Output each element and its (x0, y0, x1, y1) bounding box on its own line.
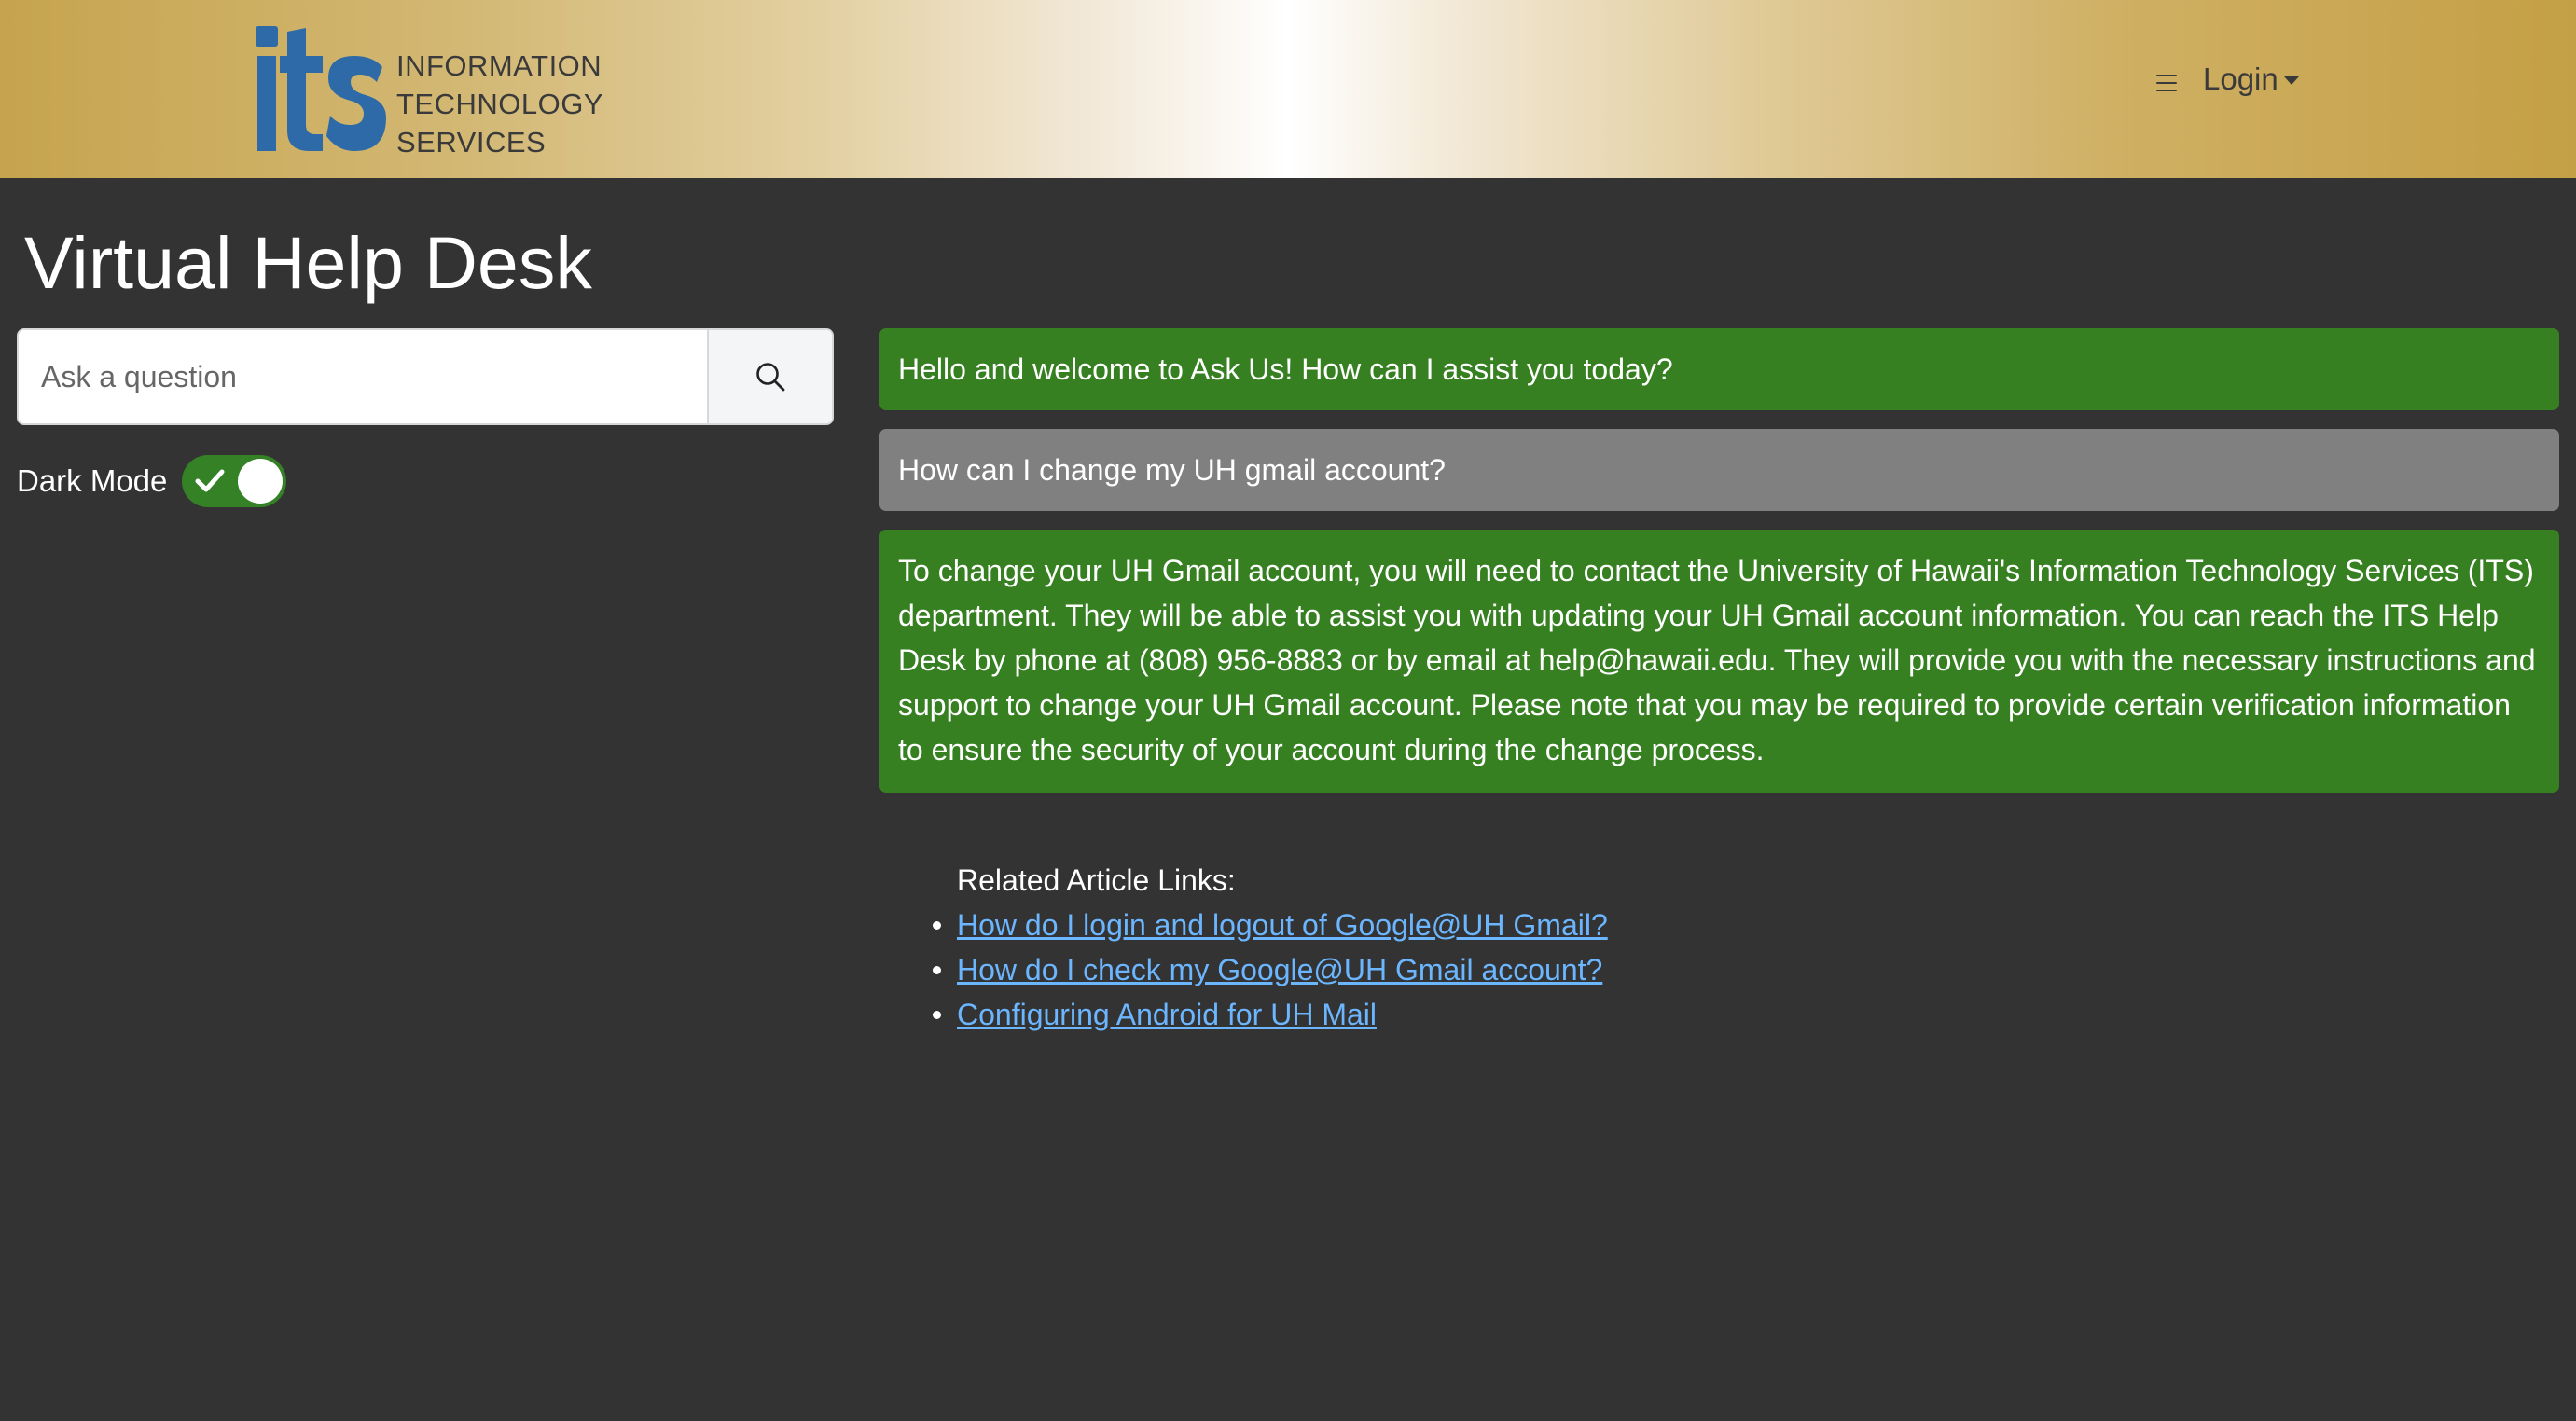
bot-message: Hello and welcome to Ask Us! How can I a… (879, 328, 2559, 410)
chat-thread: Hello and welcome to Ask Us! How can I a… (879, 328, 2559, 793)
question-input[interactable] (19, 330, 707, 423)
site-header: INFORMATION TECHNOLOGY SERVICES Login (0, 0, 2576, 178)
caret-down-icon (2283, 76, 2299, 85)
its-logo[interactable]: INFORMATION TECHNOLOGY SERVICES (254, 21, 603, 160)
header-nav: Login (2156, 62, 2299, 97)
toggle-knob (238, 459, 284, 504)
related-link-gmail-login[interactable]: How do I login and logout of Google@UH G… (957, 908, 1608, 942)
dark-mode-toggle[interactable] (182, 455, 287, 507)
logo-line-3: SERVICES (396, 126, 547, 159)
login-label: Login (2203, 62, 2278, 96)
dark-mode-label: Dark Mode (17, 463, 168, 498)
list-item: Configuring Android for UH Mail (933, 992, 1608, 1037)
question-search-group (17, 328, 834, 425)
message-text: Hello and welcome to Ask Us! How can I a… (898, 352, 1673, 386)
hamburger-menu-icon[interactable] (2156, 73, 2177, 93)
message-text: How can I change my UH gmail account? (898, 453, 1446, 487)
related-articles: Related Article Links: How do I login an… (933, 858, 1608, 1037)
logo-line-2: TECHNOLOGY (396, 88, 604, 120)
its-logo-mark (256, 26, 386, 151)
related-link-gmail-check[interactable]: How do I check my Google@UH Gmail accoun… (957, 953, 1602, 986)
checkmark-icon (195, 469, 225, 492)
login-dropdown[interactable]: Login (2203, 62, 2299, 97)
logo-line-1: INFORMATION (396, 49, 602, 82)
search-icon (756, 363, 785, 392)
list-item: How do I login and logout of Google@UH G… (933, 903, 1608, 947)
related-articles-heading: Related Article Links: (957, 863, 1236, 897)
bot-message: To change your UH Gmail account, you wil… (879, 530, 2559, 793)
search-button[interactable] (707, 330, 832, 423)
related-links-list: How do I login and logout of Google@UH G… (933, 903, 1608, 1037)
user-message: How can I change my UH gmail account? (879, 429, 2559, 511)
dark-mode-control: Dark Mode (17, 455, 287, 507)
logo-wordmark: INFORMATION TECHNOLOGY SERVICES (396, 47, 603, 161)
list-item: How do I check my Google@UH Gmail accoun… (933, 947, 1608, 992)
page-title: Virtual Help Desk (24, 221, 592, 304)
message-text: To change your UH Gmail account, you wil… (898, 554, 2536, 766)
related-link-android-mail[interactable]: Configuring Android for UH Mail (957, 998, 1377, 1031)
